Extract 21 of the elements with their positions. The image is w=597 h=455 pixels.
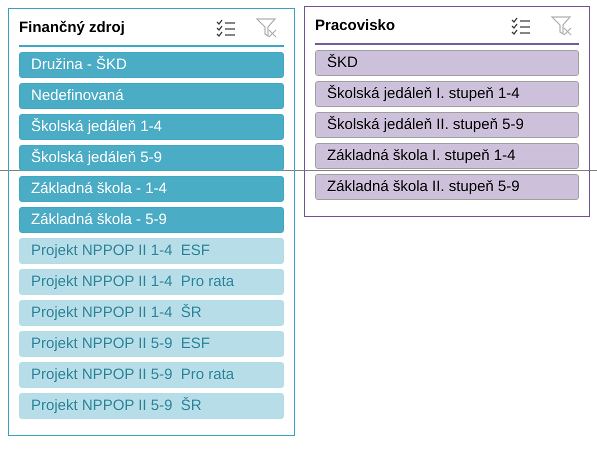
slicer-title: Finančný zdroj xyxy=(19,18,125,38)
slicer-item[interactable]: Projekt NPPOP II 1-4 ESF xyxy=(19,238,284,264)
multi-select-icon[interactable] xyxy=(216,19,236,38)
slicer-item[interactable]: Družina - ŠKD xyxy=(19,52,284,78)
slicer-title: Pracovisko xyxy=(315,16,396,36)
slicer-item[interactable]: Nedefinovaná xyxy=(19,82,284,108)
slicer-item[interactable]: Základná škola - 1-4 xyxy=(19,176,284,202)
slicer-item[interactable]: Projekt NPPOP II 5-9 Pro rata xyxy=(19,362,284,388)
slicer-item[interactable]: Základná škola - 5-9 xyxy=(19,206,284,232)
slicer-item[interactable]: Školská jedáleň II. stupeň 5-9 xyxy=(315,112,579,138)
slicer-item[interactable]: Základná škola I. stupeň 1-4 xyxy=(315,142,579,168)
slicer-item[interactable]: Základná škola II. stupeň 5-9 xyxy=(315,174,579,200)
slicer-item[interactable]: Projekt NPPOP II 5-9 ŠR xyxy=(19,392,284,418)
slicer-item[interactable]: Školská jedáleň 5-9 xyxy=(19,144,284,170)
slicer-item[interactable]: Projekt NPPOP II 5-9 ESF xyxy=(19,330,284,356)
slicer-item[interactable]: Projekt NPPOP II 1-4 Pro rata xyxy=(19,268,284,294)
slicer-item[interactable]: Školská jedáleň 1-4 xyxy=(19,114,284,140)
slicer-item[interactable]: Školská jedáleň I. stupeň 1-4 xyxy=(315,80,579,106)
slicer-item[interactable]: ŠKD xyxy=(315,50,579,76)
slicer-item[interactable]: Projekt NPPOP II 1-4 ŠR xyxy=(19,300,284,326)
multi-select-icon[interactable] xyxy=(511,17,531,36)
